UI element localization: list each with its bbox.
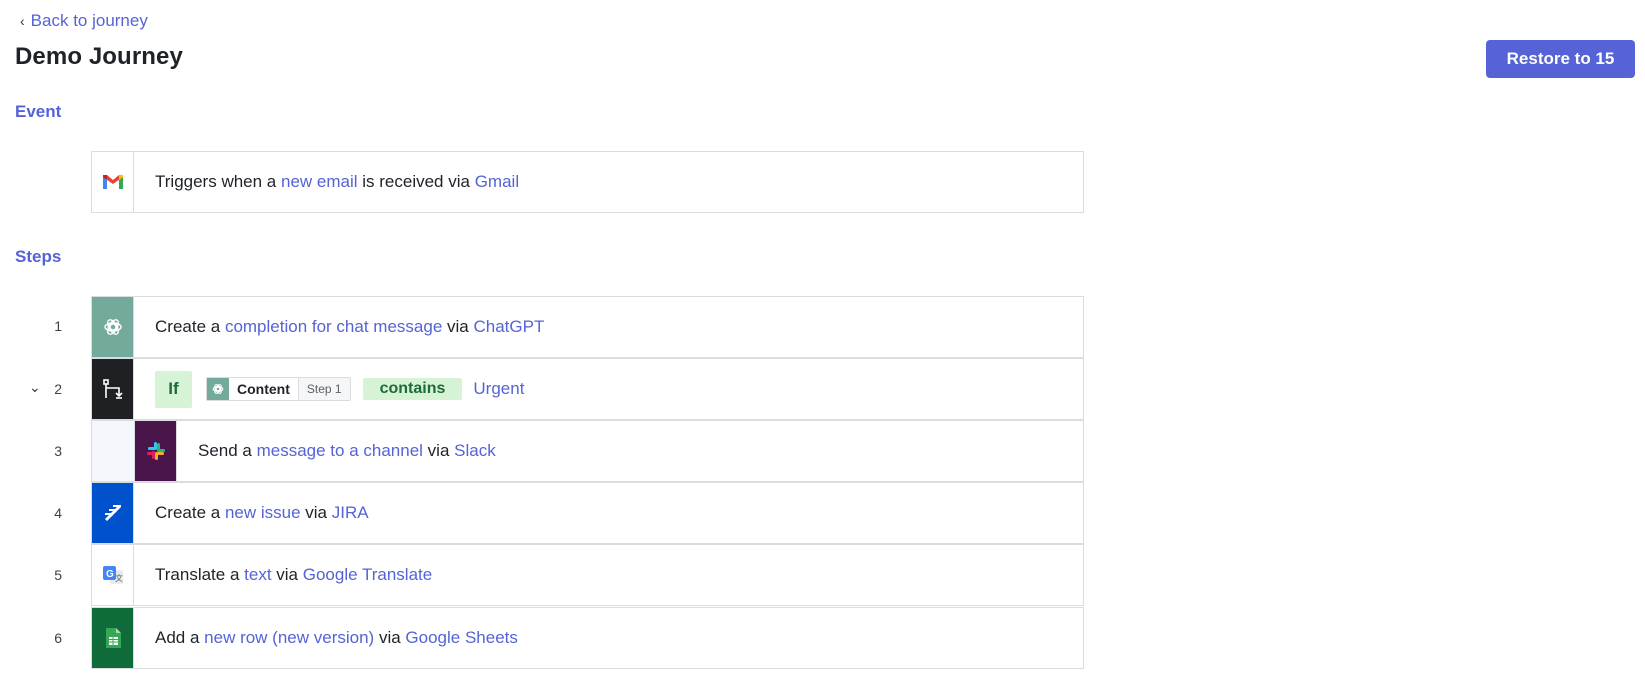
chatgpt-icon xyxy=(92,297,134,357)
step-number: 4 xyxy=(54,505,62,521)
step-verb: Add a xyxy=(155,628,205,647)
step-app-link[interactable]: ChatGPT xyxy=(473,317,544,336)
step-action-link[interactable]: new issue xyxy=(225,503,301,522)
journey-page: ‹ Back to journey Demo Journey Restore t… xyxy=(0,0,1645,675)
event-middle: is received via xyxy=(357,172,475,191)
step-number: 5 xyxy=(54,567,62,583)
gmail-icon xyxy=(92,152,134,212)
step-action-link[interactable]: message to a channel xyxy=(257,441,423,460)
condition-value[interactable]: Urgent xyxy=(473,379,524,399)
page-title: Demo Journey xyxy=(15,43,183,70)
jira-icon xyxy=(92,483,134,543)
step-verb: Create a xyxy=(155,503,225,522)
event-trigger-card[interactable]: Triggers when a new email is received vi… xyxy=(91,151,1084,213)
step-via: via xyxy=(374,628,406,647)
svg-text:G: G xyxy=(106,569,114,580)
step-description: Add a new row (new version) via Google S… xyxy=(134,628,518,648)
event-action-link[interactable]: new email xyxy=(281,172,358,191)
field-step-ref: Step 1 xyxy=(298,378,350,400)
step-card-4[interactable]: Create a new issue via JIRA xyxy=(91,482,1084,544)
step-number: 2 xyxy=(54,381,62,397)
step-card-2[interactable]: If Content Step 1 contains Urgent xyxy=(91,358,1084,420)
collapse-chevron-icon[interactable]: ⌄ xyxy=(29,379,41,396)
step-action-link[interactable]: new row (new version) xyxy=(204,628,374,647)
step-card-6[interactable]: Add a new row (new version) via Google S… xyxy=(91,607,1084,669)
back-to-journey-link[interactable]: ‹ Back to journey xyxy=(20,11,148,31)
step-via: via xyxy=(422,441,455,460)
condition-field-pill[interactable]: Content Step 1 xyxy=(206,377,351,401)
step-number: 3 xyxy=(54,443,62,459)
restore-button[interactable]: Restore to 15 xyxy=(1486,40,1635,78)
steps-section-label: Steps xyxy=(15,247,62,266)
step-action-link[interactable]: text xyxy=(244,565,271,584)
step-card-5[interactable]: 文 G Translate a text via Google Translat… xyxy=(91,544,1084,606)
chevron-left-icon: ‹ xyxy=(20,13,25,29)
step-description: Create a completion for chat message via… xyxy=(134,317,544,337)
step-number: 1 xyxy=(54,318,62,334)
step-verb: Send a xyxy=(198,441,257,460)
branch-icon xyxy=(92,359,134,419)
event-section-label: Event xyxy=(15,102,62,121)
step-action-link[interactable]: completion for chat message xyxy=(225,317,442,336)
step-verb: Translate a xyxy=(155,565,245,584)
step-via: via xyxy=(300,503,332,522)
chatgpt-icon xyxy=(207,378,229,400)
step-via: via xyxy=(442,317,474,336)
condition-operator: contains xyxy=(362,378,463,400)
step-description: Send a message to a channel via Slack xyxy=(177,441,496,461)
step-app-link[interactable]: Google Sheets xyxy=(405,628,517,647)
step-via: via xyxy=(271,565,303,584)
event-prefix: Triggers when a xyxy=(155,172,281,191)
nested-indent xyxy=(92,421,135,481)
step-description: Create a new issue via JIRA xyxy=(134,503,369,523)
back-link-label: Back to journey xyxy=(30,11,148,30)
step-card-1[interactable]: Create a completion for chat message via… xyxy=(91,296,1084,358)
step-card-3[interactable]: Send a message to a channel via Slack xyxy=(91,420,1084,482)
slack-icon xyxy=(135,421,177,481)
step-app-link[interactable]: Google Translate xyxy=(303,565,432,584)
step-verb: Create a xyxy=(155,317,225,336)
event-app-link[interactable]: Gmail xyxy=(475,172,519,191)
step-description: Translate a text via Google Translate xyxy=(134,565,432,585)
google-translate-icon: 文 G xyxy=(92,545,134,605)
field-label: Content xyxy=(229,378,299,400)
svg-text:文: 文 xyxy=(115,573,123,583)
step-app-link[interactable]: JIRA xyxy=(332,503,369,522)
if-badge: If xyxy=(155,370,192,408)
step-number: 6 xyxy=(54,630,62,646)
google-sheets-icon xyxy=(92,608,134,668)
step-app-link[interactable]: Slack xyxy=(454,441,496,460)
event-description: Triggers when a new email is received vi… xyxy=(134,172,519,192)
